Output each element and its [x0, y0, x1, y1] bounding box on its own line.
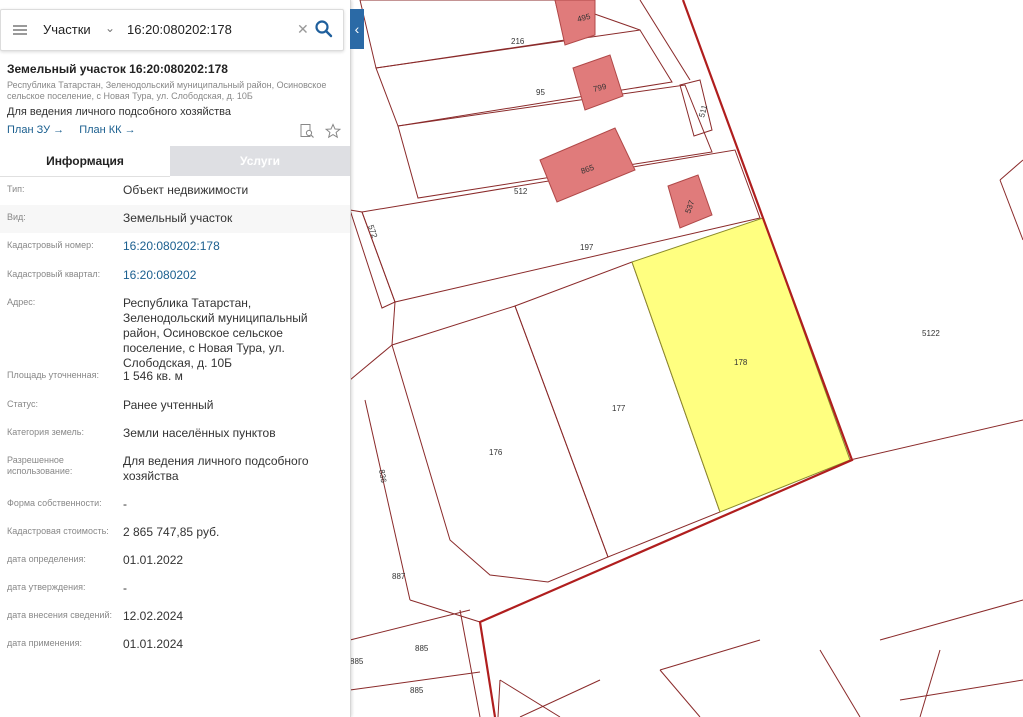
parcel-purpose: Для ведения личного подсобного хозяйства [7, 106, 231, 118]
label-5122: 5122 [922, 329, 940, 338]
attr-value: Республика Татарстан, Зеленодольский мун… [123, 296, 308, 370]
attr-value: 1 546 кв. м [123, 369, 183, 383]
building-495[interactable] [554, 0, 596, 46]
label-216: 216 [511, 37, 525, 46]
building-799[interactable] [572, 54, 624, 111]
attr-label: Тип: [7, 184, 25, 194]
search-bar: Участки ⌄ ✕ [0, 9, 344, 51]
attr-label: Кадастровый номер: [7, 240, 94, 250]
attr-value: 12.02.2024 [123, 609, 184, 623]
attr-label: дата утверждения: [7, 582, 86, 592]
label-178: 178 [734, 358, 748, 367]
attr-value: Для ведения личного подсобного хозяйства [123, 454, 309, 483]
close-icon[interactable]: ✕ [297, 21, 309, 38]
tab-services[interactable]: Услуги [170, 146, 350, 176]
attr-value: - [123, 581, 127, 595]
label-572: 572 [366, 224, 379, 240]
attr-label: Кадастровая стоимость: [7, 526, 109, 536]
label-197: 197 [580, 243, 594, 252]
attr-value: Земельный участок [123, 211, 233, 225]
card-tabs: Информация Услуги [0, 146, 350, 177]
attr-label: дата определения: [7, 554, 86, 564]
label-177: 177 [612, 404, 626, 413]
layer-select[interactable]: Участки [43, 22, 91, 37]
attr-label: Вид: [7, 212, 26, 222]
cadastral-quarter-link[interactable]: 16:20:080202 [123, 268, 343, 283]
label-836: 836 [377, 469, 388, 484]
label-512: 512 [514, 187, 528, 196]
attr-value: Земли населённых пунктов [123, 426, 276, 440]
parcel-176[interactable] [391, 305, 609, 583]
plan-links: План ЗУ → План КК → [7, 124, 148, 136]
star-icon[interactable] [325, 123, 342, 139]
search-input[interactable] [127, 18, 287, 40]
attr-label: дата внесения сведений: [7, 610, 112, 620]
search-document-icon[interactable] [299, 123, 315, 139]
attr-value: - [123, 497, 127, 511]
label-95: 95 [536, 88, 545, 97]
label-176: 176 [489, 448, 503, 457]
cadastral-number-link[interactable]: 16:20:080202:178 [123, 239, 343, 254]
info-panel: Участки ⌄ ✕ Земельный участок 16:20:0802… [0, 0, 351, 717]
collapse-panel-button[interactable]: ‹ [350, 9, 364, 49]
label-887: 887 [392, 572, 406, 581]
attr-label: Форма собственности: [7, 498, 102, 508]
label-885c: 885 [410, 686, 424, 695]
attr-value: Объект недвижимости [123, 183, 249, 197]
parcel-title: Земельный участок 16:20:080202:178 [7, 62, 228, 76]
plan-kk-link[interactable]: План КК → [79, 124, 135, 136]
attr-label: Площадь уточненная: [7, 370, 99, 380]
parcel-216[interactable] [359, 0, 566, 69]
search-icon[interactable] [314, 19, 334, 39]
attr-label: Категория земель: [7, 427, 84, 437]
attr-value: Ранее учтенный [123, 398, 214, 412]
tab-info[interactable]: Информация [0, 146, 170, 177]
plan-zu-link[interactable]: План ЗУ → [7, 124, 64, 136]
label-511: 511 [697, 103, 709, 118]
label-885b: 885 [350, 657, 364, 666]
parcel-address-short: Республика Татарстан, Зеленодольский мун… [7, 80, 327, 101]
label-885a: 885 [415, 644, 429, 653]
attr-label: Разрешенное использование: [7, 455, 73, 476]
card-tools [299, 123, 342, 144]
chevron-down-icon[interactable]: ⌄ [105, 21, 115, 35]
attr-value: 01.01.2024 [123, 637, 184, 651]
attr-label: дата применения: [7, 638, 83, 648]
attr-label: Адрес: [7, 297, 36, 307]
attr-value: 2 865 747,85 руб. [123, 525, 220, 539]
attr-label: Статус: [7, 399, 38, 409]
menu-icon[interactable] [13, 25, 27, 35]
attr-value: 01.01.2022 [123, 553, 184, 567]
attr-label: Кадастровый квартал: [7, 269, 101, 279]
